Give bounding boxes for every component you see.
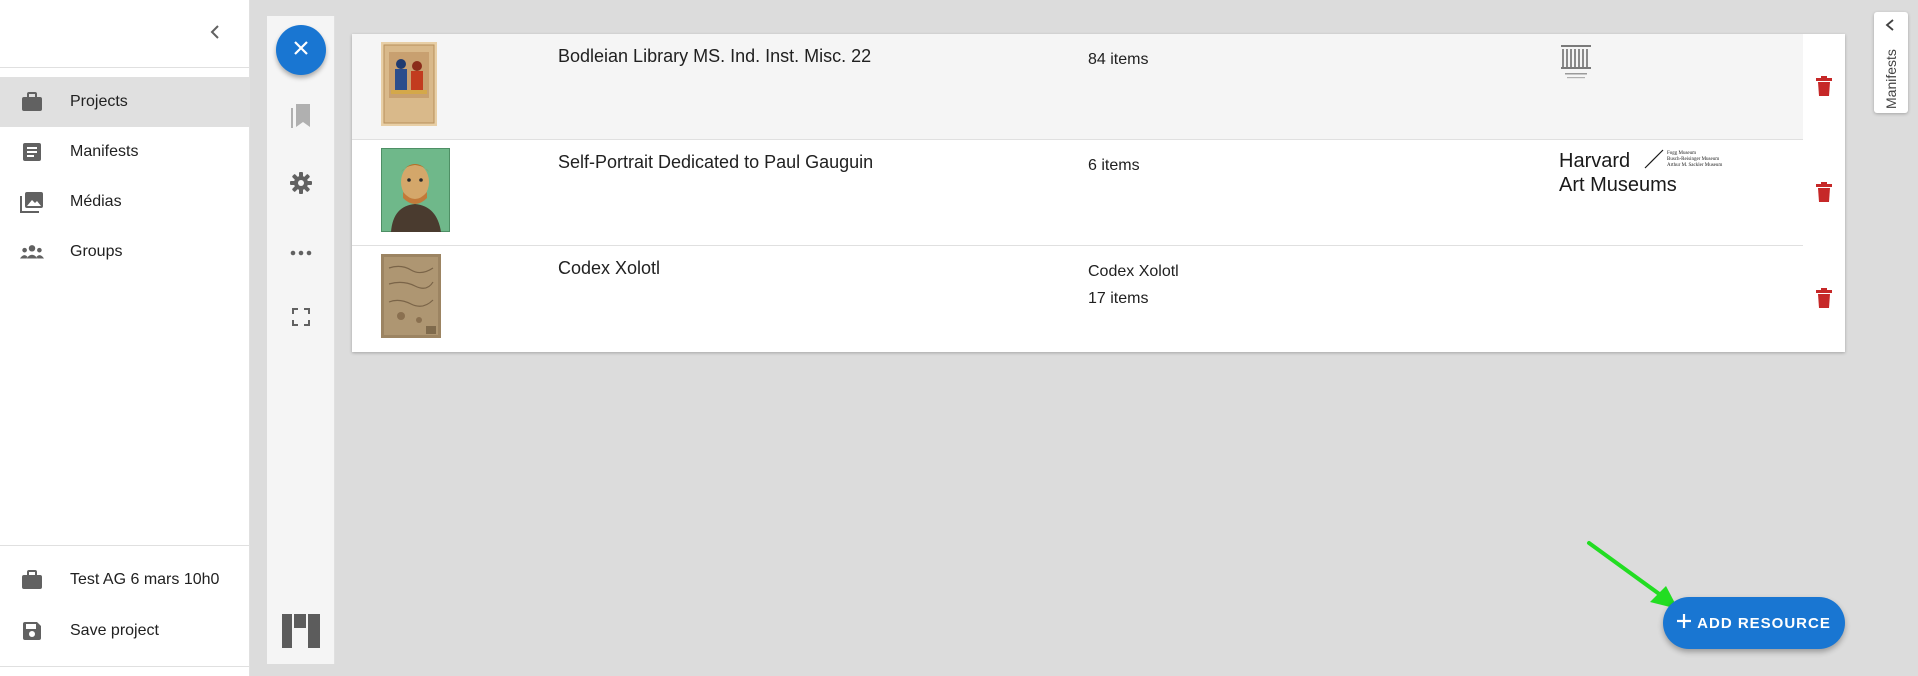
provider-logo — [1559, 42, 1593, 87]
sidebar-item-label: Save project — [70, 622, 159, 639]
collapse-sidebar-button[interactable] — [203, 22, 227, 46]
tool-rail — [267, 16, 335, 664]
resource-meta: Codex Xolotl 17 items — [1088, 258, 1179, 312]
fullscreen-button[interactable] — [287, 305, 315, 333]
sidebar-item-medias[interactable]: Médias — [0, 177, 250, 227]
save-icon — [20, 619, 44, 643]
close-icon — [293, 40, 309, 61]
table-row[interactable]: Codex Xolotl Codex Xolotl 17 items — [352, 246, 1845, 352]
resource-thumbnail — [381, 42, 437, 131]
sidebar-item-label: Projects — [70, 93, 128, 110]
divider — [0, 67, 250, 68]
svg-text:Arthur M. Sackler Museum: Arthur M. Sackler Museum — [1667, 163, 1722, 168]
manifests-panel-toggle[interactable]: Manifests — [1874, 12, 1908, 113]
trash-icon — [1816, 287, 1832, 313]
delete-button[interactable] — [1812, 287, 1836, 313]
resource-thumbnail — [380, 147, 451, 237]
harvard-art-museums-logo: Harvard Art Museums Fogg Museum Busch-Re… — [1559, 148, 1744, 199]
briefcase-icon — [20, 90, 44, 114]
item-count: 84 items — [1088, 51, 1149, 68]
divider — [0, 545, 250, 546]
groups-icon — [20, 240, 44, 264]
sidebar-item-label: Test AG 6 mars 10h0 — [70, 571, 220, 588]
resource-title: Self-Portrait Dedicated to Paul Gauguin — [558, 152, 874, 172]
resource-thumbnail — [381, 254, 441, 343]
sidebar-item-current-project[interactable]: Test AG 6 mars 10h0 — [0, 555, 250, 605]
settings-button[interactable] — [287, 171, 315, 199]
sidebar-item-label: Groups — [70, 243, 123, 260]
chevron-left-icon — [209, 24, 221, 45]
sidebar-item-label: Médias — [70, 193, 122, 210]
more-options-button[interactable] — [287, 238, 315, 266]
bookmark-icon — [290, 103, 312, 134]
close-button[interactable] — [276, 25, 326, 75]
svg-text:Busch-Reisinger Museum: Busch-Reisinger Museum — [1667, 157, 1719, 162]
more-horizontal-icon — [290, 243, 312, 261]
table-row[interactable]: Bodleian Library MS. Ind. Inst. Misc. 22… — [352, 34, 1845, 140]
divider — [0, 666, 250, 667]
resource-subtitle: Codex Xolotl — [1088, 263, 1179, 280]
gear-icon — [289, 171, 313, 200]
sidebar: Projects Manifests Médias Groups Test AG… — [0, 0, 250, 676]
mosaic-layout-icon — [282, 613, 320, 653]
delete-button[interactable] — [1812, 75, 1836, 101]
sidebar-item-manifests[interactable]: Manifests — [0, 127, 250, 177]
trash-icon — [1816, 181, 1832, 207]
table-row[interactable]: Self-Portrait Dedicated to Paul Gauguin … — [352, 140, 1845, 246]
save-project-button[interactable]: Save project — [0, 606, 250, 656]
briefcase-icon — [20, 568, 44, 592]
resource-table: Bodleian Library MS. Ind. Inst. Misc. 22… — [352, 34, 1845, 352]
plus-icon — [1677, 613, 1692, 633]
add-resource-button[interactable]: ADD RESOURCE — [1663, 597, 1845, 649]
delete-button[interactable] — [1812, 181, 1836, 207]
sidebar-item-label: Manifests — [70, 143, 139, 160]
bookmarks-button[interactable] — [287, 103, 315, 134]
add-resource-label: ADD RESOURCE — [1697, 614, 1831, 632]
sidebar-item-projects[interactable]: Projects — [0, 77, 250, 127]
logo-line2: Art Museums — [1559, 174, 1677, 194]
item-count: 6 items — [1088, 157, 1140, 174]
item-count: 17 items — [1088, 290, 1149, 307]
mosaic-logo — [281, 613, 321, 653]
resource-title: Codex Xolotl — [558, 258, 661, 278]
chevron-left-icon — [1883, 18, 1897, 37]
trash-icon — [1816, 75, 1832, 101]
photo-library-icon — [20, 190, 44, 214]
svg-text:Fogg Museum: Fogg Museum — [1667, 151, 1696, 156]
logo-line1: Harvard — [1559, 150, 1630, 172]
resource-meta: 6 items — [1088, 152, 1140, 179]
fullscreen-icon — [292, 307, 310, 331]
resource-title: Bodleian Library MS. Ind. Inst. Misc. 22 — [558, 46, 872, 66]
document-icon — [20, 140, 44, 164]
sidebar-item-groups[interactable]: Groups — [0, 227, 250, 277]
manifests-panel-label: Manifests — [1883, 49, 1899, 109]
resource-meta: 84 items — [1088, 46, 1148, 73]
